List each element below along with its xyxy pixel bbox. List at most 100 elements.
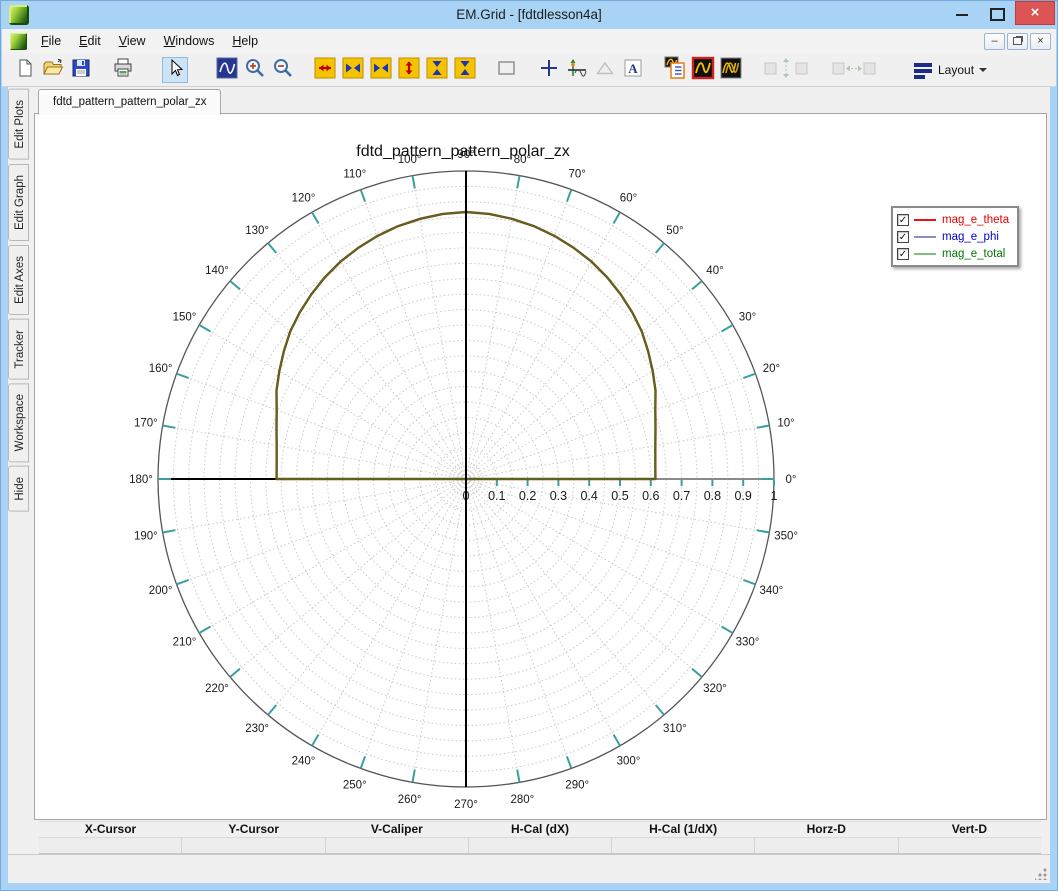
new-icon — [15, 58, 35, 83]
menu-item-file[interactable]: File — [32, 29, 70, 54]
hexpand-icon — [314, 57, 336, 84]
svg-text:170°: 170° — [134, 418, 158, 430]
chart-title: fdtd_pattern_pattern_polar_zx — [356, 143, 569, 160]
svg-text:160°: 160° — [149, 363, 173, 375]
sidebar-tab-edit-graph[interactable]: Edit Graph — [8, 164, 29, 241]
legend-entry-mag_e_phi: ✓ mag_e_phi — [897, 228, 1009, 245]
compress-horizontal-button[interactable] — [368, 57, 394, 83]
svg-text:290°: 290° — [565, 779, 589, 791]
multi-plot-button[interactable] — [718, 57, 744, 83]
svg-text:340°: 340° — [760, 585, 784, 597]
mdi-restore-button[interactable] — [1007, 33, 1028, 50]
svg-text:0°: 0° — [786, 474, 797, 486]
shrink-horizontal-button[interactable] — [340, 57, 366, 83]
cursor-column-v-caliper: V-Caliper — [325, 822, 468, 837]
zoom-out-button[interactable] — [270, 57, 296, 83]
sidebar-tab-edit-axes[interactable]: Edit Axes — [8, 245, 29, 315]
svg-text:1: 1 — [771, 489, 778, 503]
document-tab[interactable]: fdtd_pattern_pattern_polar_zx — [38, 89, 221, 115]
legend-toggle-button[interactable] — [662, 57, 688, 83]
sidebar-tab-workspace[interactable]: Workspace — [8, 383, 29, 462]
layout-dropdown[interactable]: Layout — [908, 60, 993, 80]
vshrink-icon — [426, 57, 448, 84]
distv-icon — [762, 56, 810, 85]
sidebar-tab-tracker[interactable]: Tracker — [8, 319, 29, 380]
mdi-minimize-button[interactable]: – — [984, 33, 1005, 50]
legend-label: mag_e_theta — [942, 214, 1009, 226]
cursor-column-horz-d: Horz-D — [755, 822, 898, 837]
document-tab-row: fdtd_pattern_pattern_polar_zx — [34, 87, 1050, 113]
app-window: EM.Grid - [fdtdlesson4a] × FileEditViewW… — [0, 0, 1058, 891]
open-button[interactable] — [40, 57, 66, 83]
shrink-vertical-button[interactable] — [424, 57, 450, 83]
svg-text:0.9: 0.9 — [735, 489, 752, 503]
marker-tool-button — [592, 57, 618, 83]
svg-text:0.3: 0.3 — [550, 489, 567, 503]
axes-icon — [566, 57, 588, 84]
zoomout-icon — [272, 57, 294, 84]
svg-text:40°: 40° — [706, 265, 723, 277]
sidebar-tabs: Edit Plots Edit Graph Edit Axes Tracker Work… — [8, 89, 33, 883]
toolbar: A Layout — [2, 54, 1056, 87]
svg-text:150°: 150° — [173, 312, 197, 324]
save-button[interactable] — [68, 57, 94, 83]
sidebar-tab-hide[interactable]: Hide — [8, 466, 29, 512]
legend-label: mag_e_phi — [942, 231, 999, 243]
menu-item-windows[interactable]: Windows — [155, 29, 224, 54]
distribute-vertical-button — [760, 57, 812, 83]
svg-text:10°: 10° — [777, 418, 794, 430]
chevron-down-icon — [979, 68, 987, 72]
zoom-in-button[interactable] — [242, 57, 268, 83]
menu-bar: FileEditViewWindowsHelp – × — [2, 29, 1056, 55]
print-button[interactable] — [110, 57, 136, 83]
svg-text:320°: 320° — [703, 683, 727, 695]
compress-vertical-button[interactable] — [452, 57, 478, 83]
menu-item-view[interactable]: View — [110, 29, 155, 54]
cursor-column-y-cursor: Y-Cursor — [182, 822, 325, 837]
svg-text:280°: 280° — [511, 794, 535, 806]
svg-text:250°: 250° — [343, 779, 367, 791]
legend-line-swatch — [914, 253, 936, 255]
cursor-column-vert-d: Vert-D — [898, 822, 1041, 837]
minimize-icon — [956, 14, 968, 16]
legend-checkbox[interactable]: ✓ — [897, 214, 909, 226]
svg-text:210°: 210° — [173, 637, 197, 649]
axes-tool-button[interactable] — [564, 57, 590, 83]
vexpand-icon — [398, 57, 420, 84]
svg-text:0.7: 0.7 — [673, 489, 690, 503]
svg-text:300°: 300° — [617, 756, 641, 768]
mdi-close-button[interactable]: × — [1030, 33, 1051, 50]
cursor-readout-bar: X-CursorY-CursorV-CaliperH-Cal (dX)H-Cal… — [39, 821, 1041, 854]
legend-checkbox[interactable]: ✓ — [897, 248, 909, 260]
expand-horizontal-button[interactable] — [312, 57, 338, 83]
legend-checkbox[interactable]: ✓ — [897, 231, 909, 243]
svg-text:70°: 70° — [569, 169, 586, 181]
expand-vertical-button[interactable] — [396, 57, 422, 83]
svg-text:20°: 20° — [763, 363, 780, 375]
svg-text:0.1: 0.1 — [488, 489, 505, 503]
crosshair-button[interactable] — [536, 57, 562, 83]
zoom-box-button[interactable] — [494, 57, 520, 83]
svg-text:120°: 120° — [292, 193, 316, 205]
select-cursor-button[interactable] — [162, 57, 188, 83]
vcompress-icon — [454, 57, 476, 84]
plot-canvas[interactable]: 00.10.20.30.40.50.60.70.80.910°10°20°30°… — [34, 113, 1047, 820]
maximize-button[interactable] — [979, 1, 1013, 25]
cursor-icon — [166, 58, 184, 83]
svg-text:0.8: 0.8 — [704, 489, 721, 503]
new-button[interactable] — [12, 57, 38, 83]
svg-text:220°: 220° — [205, 683, 229, 695]
fit-view-button[interactable] — [214, 57, 240, 83]
single-plot-button[interactable] — [690, 57, 716, 83]
svg-text:130°: 130° — [245, 225, 269, 237]
menu-item-edit[interactable]: Edit — [70, 29, 110, 54]
minimize-button[interactable] — [945, 1, 979, 25]
text-tool-button[interactable]: A — [620, 57, 646, 83]
mdi-controls: – × — [984, 33, 1051, 50]
status-strip — [8, 854, 1050, 883]
menu-item-help[interactable]: Help — [223, 29, 267, 54]
close-button[interactable]: × — [1015, 1, 1055, 25]
sidebar-tab-edit-plots[interactable]: Edit Plots — [8, 89, 29, 160]
layout-label: Layout — [938, 63, 974, 77]
resize-grip[interactable] — [1035, 868, 1047, 880]
